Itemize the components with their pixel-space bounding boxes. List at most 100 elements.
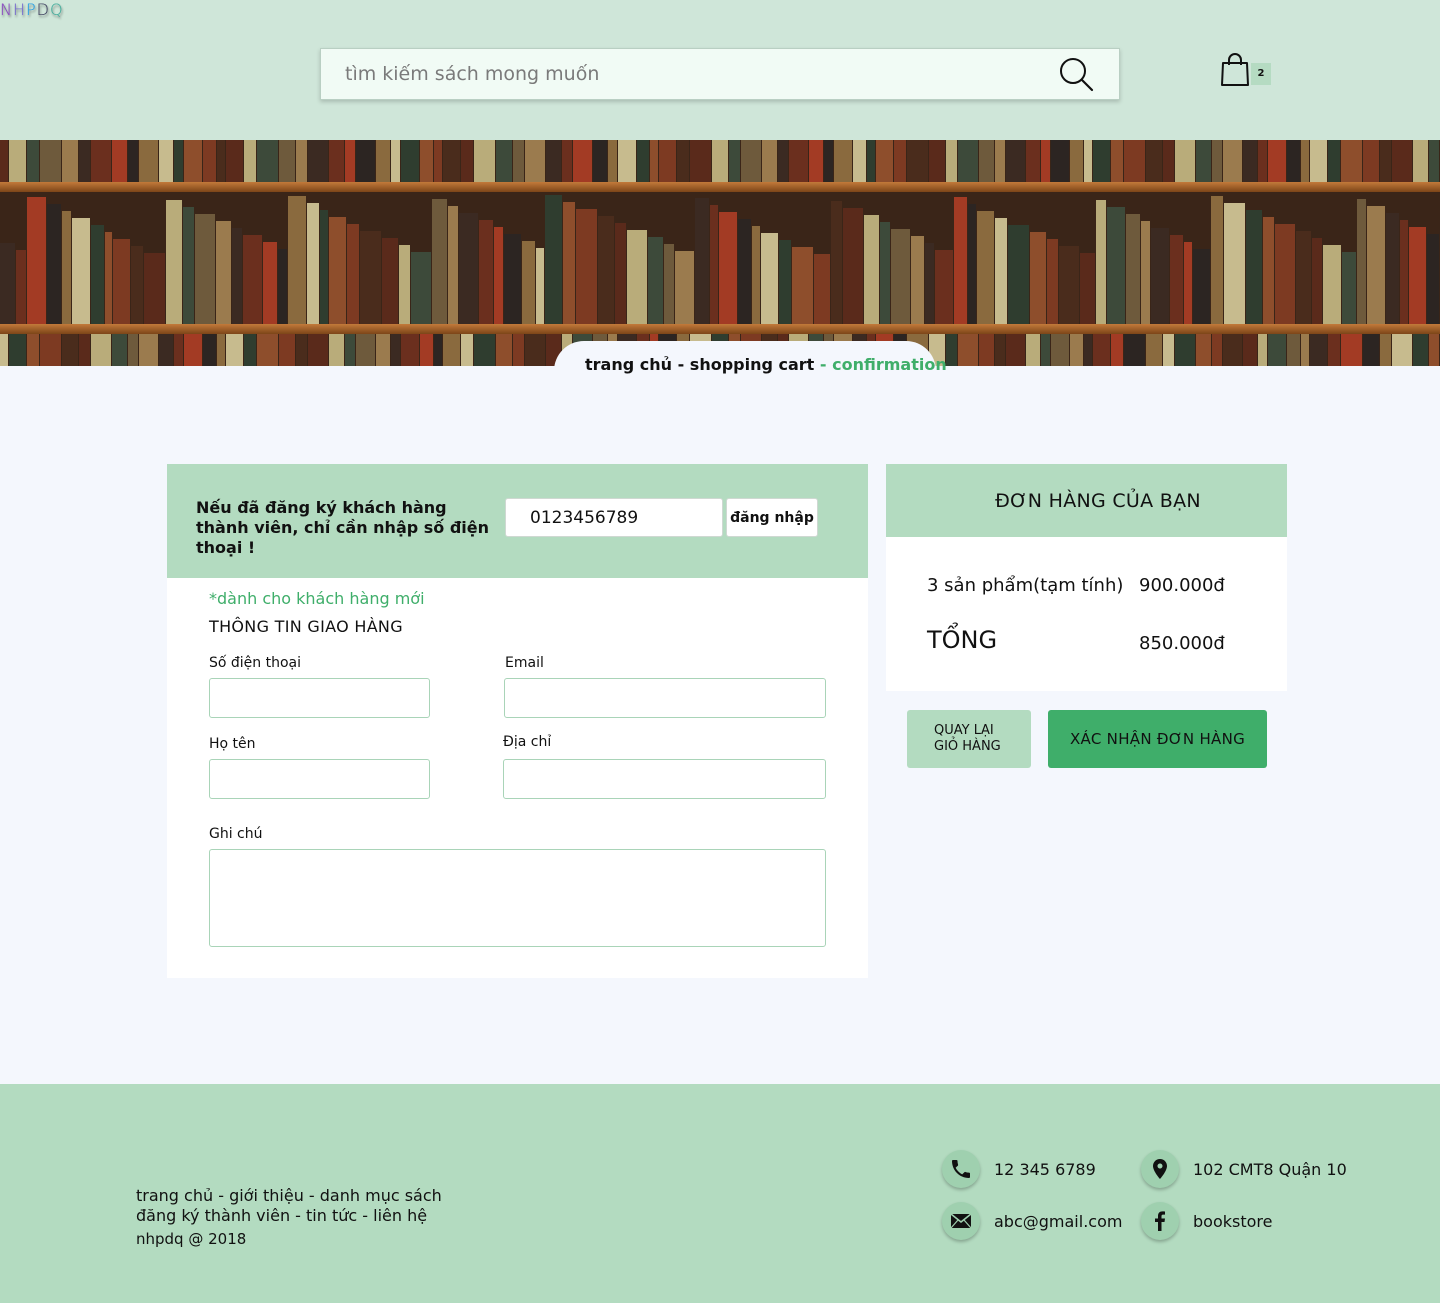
book-spine: [503, 234, 522, 324]
book-spine: [729, 140, 741, 182]
footer-facebook[interactable]: bookstore: [1193, 1212, 1272, 1231]
book-spine: [473, 334, 495, 366]
email-field[interactable]: [504, 678, 826, 718]
subtotal-value: 900.000đ: [1139, 575, 1225, 596]
book-spine: [1124, 334, 1146, 366]
book-spine: [1379, 334, 1391, 366]
book-spine: [979, 140, 995, 182]
book-spine: [1124, 140, 1146, 182]
name-label: Họ tên: [209, 736, 256, 752]
book-spine: [1300, 140, 1309, 182]
book-spine: [39, 334, 61, 366]
book-spine: [958, 334, 979, 366]
book-spine: [231, 228, 242, 324]
book-spine: [1151, 228, 1170, 324]
book-spine: [225, 334, 243, 366]
book-spine: [1295, 231, 1311, 324]
footer-links-line[interactable]: trang chủ - giới thiệu - danh mục sách: [136, 1186, 442, 1206]
logo-letter: P: [26, 0, 37, 19]
footer-email[interactable]: abc@gmail.com: [994, 1212, 1122, 1231]
book-spine: [1274, 224, 1295, 324]
logo-letter: N: [0, 0, 13, 19]
book-spine: [979, 334, 995, 366]
book-spine: [493, 227, 503, 324]
book-spine: [614, 223, 626, 324]
book-spine: [1184, 242, 1193, 324]
book-spine: [158, 140, 173, 182]
book-spine: [1223, 334, 1243, 366]
envelope-icon: [942, 1202, 980, 1240]
member-phone-input[interactable]: [505, 498, 723, 537]
book-spine: [910, 236, 925, 324]
book-spine: [1362, 334, 1379, 366]
book-spine: [410, 252, 431, 324]
book-spine: [111, 140, 127, 182]
breadcrumb-cart[interactable]: shopping cart: [690, 355, 815, 374]
footer-phone: 12 345 6789: [994, 1160, 1096, 1179]
book-spine: [1193, 249, 1211, 324]
book-spine: [876, 140, 894, 182]
book-spine: [0, 140, 8, 182]
book-spine: [863, 215, 879, 324]
book-spine: [1286, 334, 1300, 366]
book-spine: [762, 140, 778, 182]
footer-links-line[interactable]: đăng ký thành viên - tin tức - liên hệ: [136, 1206, 442, 1226]
book-spine: [1428, 140, 1439, 182]
book-spine: [138, 334, 158, 366]
breadcrumb-home[interactable]: trang chủ: [585, 355, 672, 374]
shopping-bag-icon[interactable]: [1220, 53, 1250, 87]
book-spine: [968, 204, 977, 324]
book-spine: [71, 218, 90, 324]
note-field[interactable]: [209, 849, 826, 947]
book-spine: [390, 334, 400, 366]
search-icon[interactable]: [1058, 56, 1094, 92]
book-spine: [195, 214, 215, 324]
book-spine: [522, 241, 536, 324]
name-field[interactable]: [209, 759, 430, 799]
confirm-order-button[interactable]: XÁC NHẬN ĐƠN HÀNG: [1048, 710, 1267, 768]
book-spine: [1126, 214, 1141, 324]
book-spine: [458, 213, 478, 324]
book-spine: [478, 220, 493, 324]
book-spine: [1084, 334, 1093, 366]
book-spine: [215, 221, 231, 324]
book-spine: [958, 140, 979, 182]
book-spine: [690, 140, 712, 182]
phone-field[interactable]: [209, 678, 430, 718]
book-spine: [1428, 334, 1439, 366]
footer-logo[interactable]: NHPDQ: [0, 0, 64, 19]
book-spine: [442, 140, 460, 182]
book-spine: [216, 334, 225, 366]
book-spine: [61, 140, 78, 182]
book-spine: [1309, 140, 1327, 182]
book-spine: [1175, 334, 1196, 366]
book-spine: [287, 196, 306, 324]
book-spine: [399, 245, 410, 324]
book-spine: [382, 238, 399, 324]
book-spine: [460, 334, 473, 366]
facebook-icon[interactable]: [1141, 1202, 1179, 1240]
book-spine: [545, 195, 563, 324]
book-spine: [1051, 140, 1070, 182]
book-spine: [607, 140, 617, 182]
book-spine: [320, 210, 329, 324]
book-spine: [9, 334, 26, 366]
book-spine: [626, 230, 647, 324]
book-spine: [946, 334, 958, 366]
shipping-title: THÔNG TIN GIAO HÀNG: [209, 617, 403, 636]
search-input[interactable]: [345, 59, 1045, 89]
back-to-cart-button[interactable]: QUAY LẠI GIỎ HÀNG: [907, 710, 1031, 768]
login-button[interactable]: đăng nhập: [726, 498, 818, 537]
book-spine: [433, 334, 442, 366]
book-spine: [328, 140, 344, 182]
book-spine: [431, 199, 447, 324]
book-spine: [1211, 196, 1223, 324]
book-spine: [1051, 334, 1070, 366]
book-spine: [278, 334, 295, 366]
book-spine: [216, 140, 225, 182]
address-field[interactable]: [503, 759, 826, 799]
book-spine: [1391, 140, 1412, 182]
book-spine: [1340, 334, 1362, 366]
book-spine: [719, 212, 738, 324]
footer-address: 102 CMT8 Quận 10: [1193, 1160, 1347, 1179]
